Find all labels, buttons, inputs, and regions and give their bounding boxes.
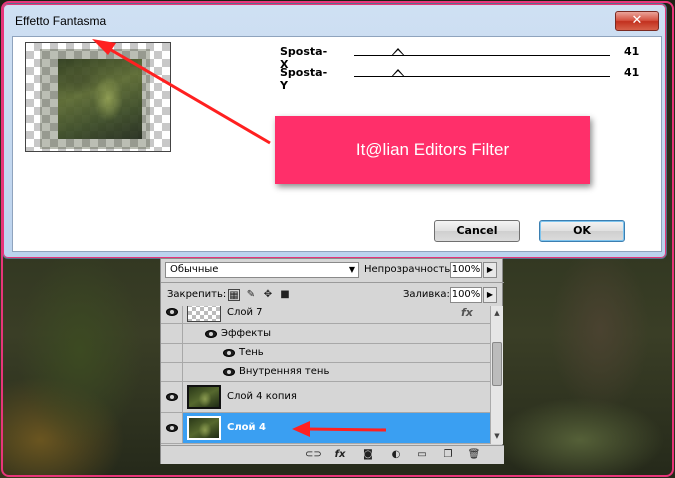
fill-field[interactable]: 100% [450, 287, 482, 303]
new-layer-icon[interactable]: ❐ [441, 449, 455, 461]
cancel-button[interactable]: Cancel [434, 220, 520, 242]
blend-mode-select[interactable]: Обычные ▼ [165, 262, 359, 278]
effect-row[interactable]: Внутренняя тень [161, 363, 490, 382]
effect-label: Тень [239, 347, 264, 358]
fx-icon[interactable]: fx [461, 306, 473, 319]
eye-icon [166, 393, 178, 401]
eye-icon[interactable] [223, 368, 235, 376]
layer-name: Слой 4 копия [227, 391, 297, 402]
slider-label: Sposta-Y [280, 66, 328, 92]
lock-label: Закрепить: [167, 289, 227, 300]
layers-scrollbar[interactable]: ▲ ▼ [490, 306, 503, 444]
slider-value: 41 [624, 66, 640, 79]
layers-panel-footer: ⊂⊃ fx ◙ ◐ ▭ ❐ 🗑 [161, 445, 504, 464]
visibility-column [161, 324, 183, 343]
effects-label: Эффекты [221, 328, 271, 339]
layer-thumbnail [187, 416, 221, 440]
layer-name: Слой 4 [227, 422, 266, 433]
folder-icon[interactable]: ▭ [415, 449, 429, 461]
trash-icon[interactable]: 🗑 [467, 449, 481, 461]
visibility-column [161, 344, 183, 362]
ok-button[interactable]: OK [539, 220, 625, 242]
blend-mode-value: Обычные [170, 264, 219, 275]
filter-banner: It@lian Editors Filter [275, 116, 590, 184]
opacity-arrow-icon[interactable]: ▶ [483, 262, 497, 278]
effect-label: Внутренняя тень [239, 366, 330, 377]
opacity-label: Непрозрачность: [364, 264, 454, 275]
opacity-field[interactable]: 100% [450, 262, 482, 278]
slider-value: 41 [624, 45, 640, 58]
eye-icon [166, 424, 178, 432]
scroll-up-icon[interactable]: ▲ [492, 308, 502, 318]
effect-row[interactable]: Тень [161, 344, 490, 363]
preview-image [58, 59, 142, 139]
fill-label: Заливка: [403, 289, 450, 300]
dialog-title: Effetto Fantasma [15, 14, 107, 28]
chevron-down-icon: ▼ [348, 265, 355, 274]
eye-icon [166, 308, 178, 316]
layer-thumbnail [187, 385, 221, 409]
layer-name: Слой 7 [227, 307, 263, 318]
scroll-down-icon[interactable]: ▼ [492, 431, 502, 441]
effects-row[interactable]: Эффекты [161, 324, 490, 344]
eye-icon[interactable] [205, 330, 217, 338]
link-icon[interactable]: ⊂⊃ [305, 449, 322, 461]
divider [161, 282, 504, 283]
layer-row-selected[interactable]: Слой 4 [161, 413, 490, 444]
visibility-toggle[interactable] [161, 306, 183, 323]
mask-icon[interactable]: ◙ [361, 449, 375, 461]
layer-row[interactable]: Слой 7 fx [161, 306, 490, 324]
visibility-toggle[interactable] [161, 413, 183, 443]
slider-thumb[interactable] [391, 69, 405, 77]
visibility-column [161, 363, 183, 381]
slider-thumb[interactable] [391, 48, 405, 56]
filter-preview [25, 42, 171, 152]
eye-icon[interactable] [223, 349, 235, 357]
transparency-lock-icon[interactable]: ▦ [228, 289, 240, 301]
visibility-toggle[interactable] [161, 382, 183, 412]
layers-panel: Обычные ▼ Непрозрачность: 100% ▶ Закрепи… [160, 258, 504, 464]
layer-row[interactable]: Слой 4 копия [161, 382, 490, 413]
fx-icon[interactable]: fx [333, 449, 347, 461]
adjustment-icon[interactable]: ◐ [389, 449, 403, 461]
lock-icon[interactable]: ■ [279, 289, 291, 301]
scroll-thumb[interactable] [492, 342, 502, 386]
brush-icon[interactable]: ✎ [245, 289, 257, 301]
move-icon[interactable]: ✥ [262, 289, 274, 301]
layers-list: Слой 7 fx Эффекты Тень Внутренняя тень С… [161, 306, 490, 444]
close-button[interactable]: ✕ [615, 11, 659, 31]
fill-arrow-icon[interactable]: ▶ [483, 287, 497, 303]
layer-thumbnail [187, 306, 221, 322]
